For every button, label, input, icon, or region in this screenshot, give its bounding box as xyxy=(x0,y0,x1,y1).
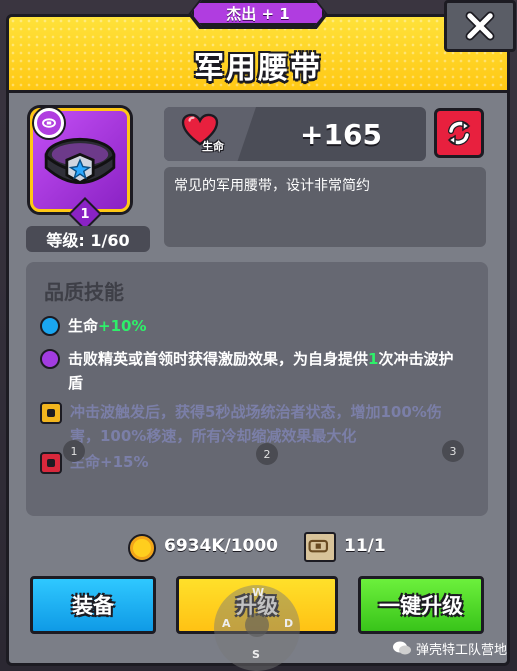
quality-skills-title: 品质技能 xyxy=(44,280,124,304)
skill-row-2: 击败精英或首领时获得激励效果，为自身提供1次冲击波护盾 xyxy=(40,347,480,395)
level-diamond-number: 1 xyxy=(80,207,90,222)
purple-quality-dot-icon xyxy=(40,349,60,369)
page-marker-3[interactable]: 3 xyxy=(442,440,464,462)
joystick-a-key: A xyxy=(222,617,231,630)
joystick-w-key: W xyxy=(252,586,265,599)
skill-text-2: 击败精英或首领时获得激励效果，为自身提供1次冲击波护盾 xyxy=(68,350,454,392)
belt-slot-icon xyxy=(42,118,56,128)
scroll-cost: 11/1 xyxy=(344,536,386,556)
page-marker-1[interactable]: 1 xyxy=(63,440,85,462)
belt-type-badge xyxy=(34,108,64,138)
item-description: 常见的军用腰带，设计非常简约 xyxy=(164,167,486,247)
equip-button[interactable]: 装备 xyxy=(30,576,156,634)
close-button[interactable] xyxy=(444,0,516,52)
watermark-text: 弹壳特工队营地 xyxy=(416,642,508,658)
stat-name-label: 生命 xyxy=(202,140,224,153)
blue-quality-dot-icon xyxy=(40,316,60,336)
joystick-knob[interactable] xyxy=(245,613,269,637)
skill-row-3: 冲击波触发后，获得5秒战场统治者状态，增加100%伤害，100%移速，所有冷却缩… xyxy=(40,400,480,448)
belt-scroll-icon xyxy=(304,532,336,562)
watermark: 弹壳特工队营地 xyxy=(392,638,507,658)
upgrade-all-button[interactable]: 一键升级 xyxy=(358,576,484,634)
stat-value: +165 xyxy=(300,117,382,151)
page-marker-2[interactable]: 2 xyxy=(256,443,278,465)
item-level-label: 等级: 1/60 xyxy=(26,226,150,252)
item-title: 军用腰带 xyxy=(194,51,322,86)
rarity-tab: 杰出 + 1 xyxy=(191,0,325,26)
gold-coin-icon xyxy=(128,534,156,562)
close-icon xyxy=(465,11,495,41)
skill-text-3: 冲击波触发后，获得5秒战场统治者状态，增加100%伤害，100%移速，所有冷却缩… xyxy=(70,403,442,445)
skill-row-1: 生命+10% xyxy=(40,314,480,338)
wechat-icon xyxy=(393,641,411,655)
gold-lock-icon xyxy=(40,402,62,424)
skill-text-1: 生命+10% xyxy=(68,317,147,335)
joystick-d-key: D xyxy=(284,617,294,630)
coin-cost: 6934K/1000 xyxy=(164,536,279,556)
red-lock-icon xyxy=(40,452,62,474)
reroll-button[interactable] xyxy=(434,108,484,158)
joystick-s-key: S xyxy=(252,648,260,661)
refresh-icon xyxy=(447,120,471,146)
